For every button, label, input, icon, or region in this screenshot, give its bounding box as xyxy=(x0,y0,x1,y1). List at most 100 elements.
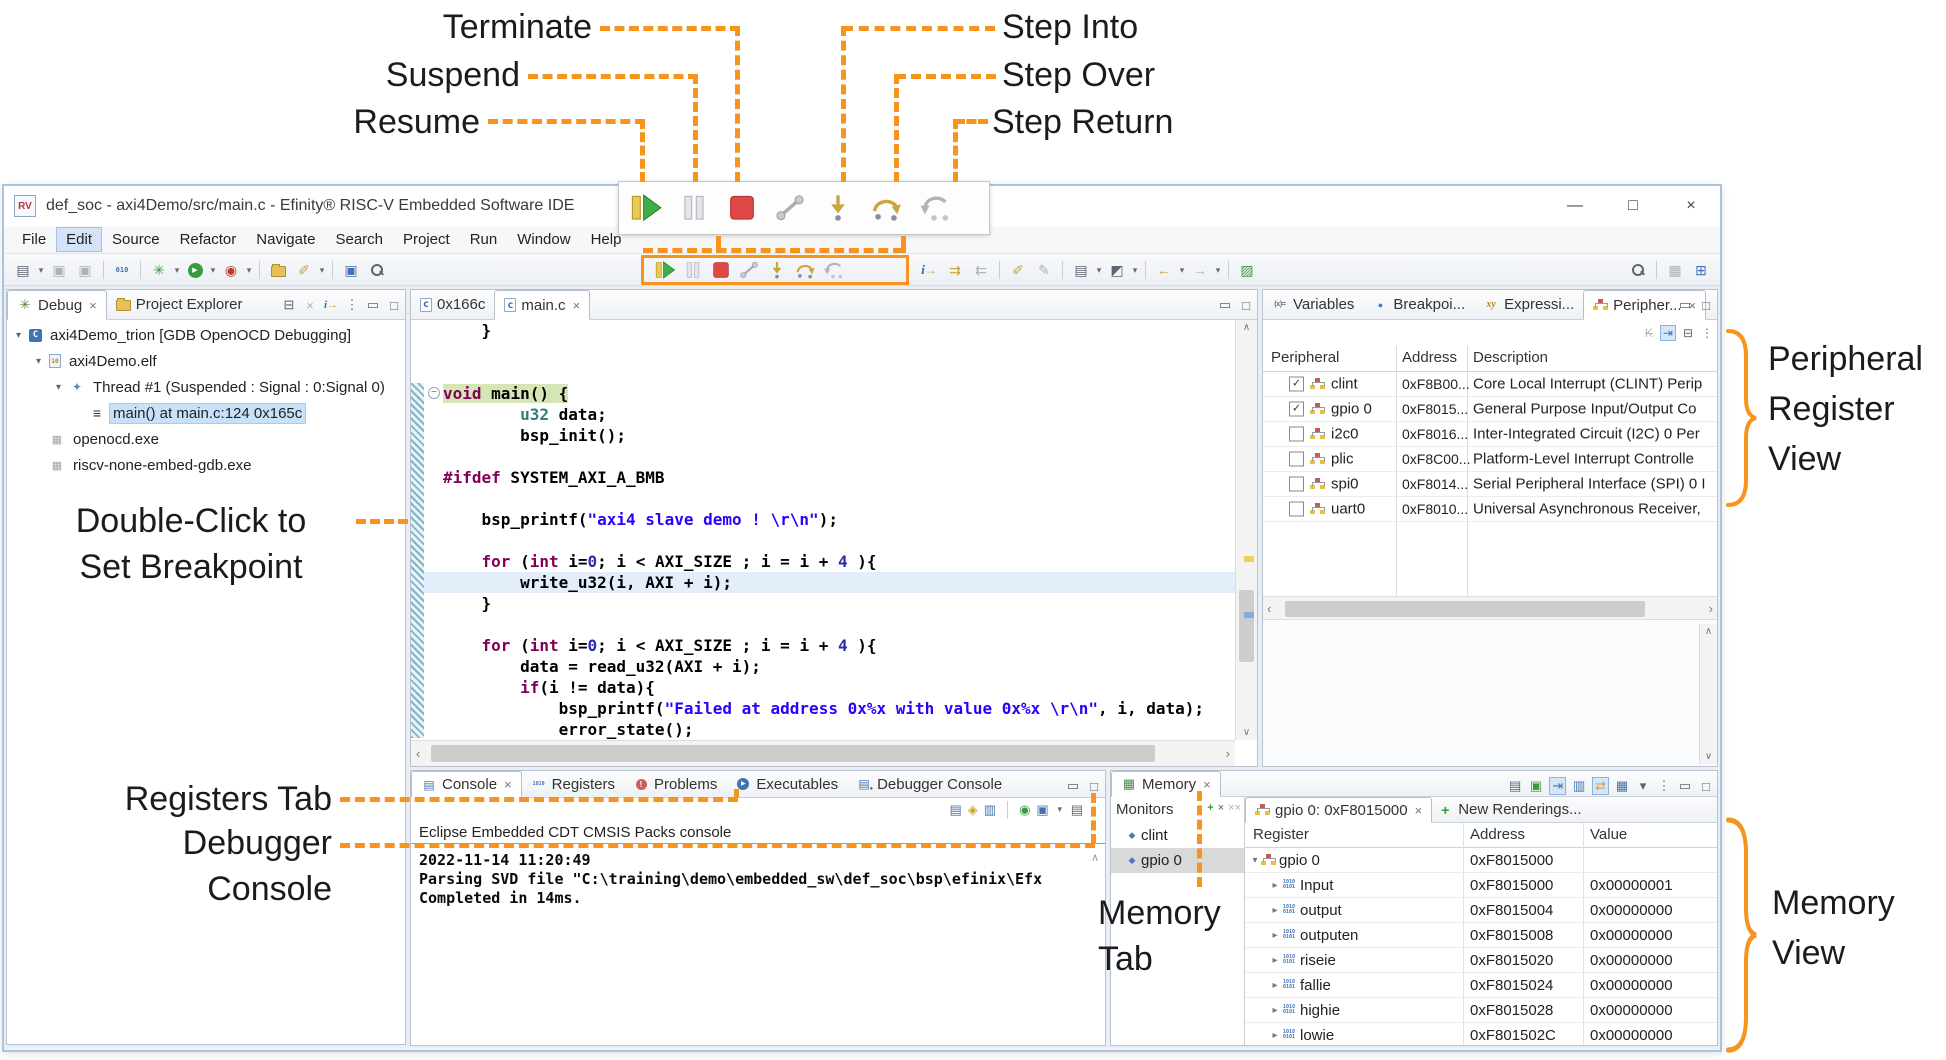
maximize-panel-icon[interactable]: □ xyxy=(387,298,401,313)
new-wizard-icon[interactable]: ▤ xyxy=(12,259,34,281)
fold-collapse-icon[interactable]: − xyxy=(428,387,440,399)
profile-icon[interactable]: ✐ xyxy=(1007,259,1029,281)
maximize-panel-icon[interactable]: □ xyxy=(1699,779,1713,794)
callout-resume-icon[interactable] xyxy=(629,193,663,223)
peripheral-row[interactable]: i2c00xF8016...Inter-Integrated Circuit (… xyxy=(1263,422,1717,447)
save-all-icon[interactable]: ▣ xyxy=(74,259,96,281)
minimize-panel-icon[interactable]: ▭ xyxy=(1678,778,1692,794)
overview-ruler-mark-blue[interactable] xyxy=(1244,612,1254,618)
expander-icon[interactable]: ▸ xyxy=(1269,905,1281,916)
debug-view-focus-icon[interactable]: i→ xyxy=(324,299,338,311)
menu-search[interactable]: Search xyxy=(325,227,393,252)
scroll-left-icon[interactable]: ‹ xyxy=(416,741,420,766)
peripheral-row[interactable]: clint0xF8B00...Core Local Interrupt (CLI… xyxy=(1263,372,1717,397)
checkbox[interactable] xyxy=(1289,477,1304,492)
code-line[interactable]: bsp_printf("Failed at address 0x%x with … xyxy=(443,698,1235,719)
memory-monitor-gpio-0[interactable]: ◆gpio 0 xyxy=(1111,848,1244,873)
link-memory-rendering-icon[interactable]: ⇥ xyxy=(1550,778,1565,794)
save-icon[interactable]: ▣ xyxy=(48,259,70,281)
menu-navigate[interactable]: Navigate xyxy=(246,227,325,252)
peripheral-vertical-scrollbar[interactable]: ∧ ∨ xyxy=(1699,624,1717,764)
scroll-left-icon[interactable]: ‹ xyxy=(1267,597,1271,619)
code-line[interactable] xyxy=(443,446,1235,467)
memory-register-row[interactable]: ▸riseie0xF80150200x00000000 xyxy=(1245,948,1717,973)
peripheral-row[interactable]: gpio 00xF8015...General Purpose Input/Ou… xyxy=(1263,397,1717,422)
switch-memory-unit-icon[interactable]: ▥ xyxy=(1572,778,1586,794)
col-value[interactable]: Value xyxy=(1590,826,1627,843)
minimize-panel-icon[interactable]: ▭ xyxy=(1066,778,1080,794)
debug-tree-item[interactable]: ▾Thread #1 (Suspended : Signal : 0:Signa… xyxy=(7,374,405,400)
code-line[interactable] xyxy=(443,341,1235,362)
expander-icon[interactable]: ▸ xyxy=(1269,880,1281,891)
peripheral-row[interactable]: plic0xF8C00...Platform-Level Interrupt C… xyxy=(1263,447,1717,472)
console-view-icon[interactable]: ▣ xyxy=(340,259,362,281)
menu-file[interactable]: File xyxy=(12,227,56,252)
clear-console-icon[interactable]: ▤ xyxy=(949,802,961,818)
toggle-split-icon[interactable]: ⇄ xyxy=(1593,778,1608,794)
binary-file-icon[interactable]: 010 xyxy=(111,259,133,281)
close-icon[interactable]: × xyxy=(87,298,97,313)
expander-icon[interactable]: ▾ xyxy=(33,356,44,367)
debug-config-icon[interactable]: ✳ xyxy=(148,259,170,281)
code-line[interactable]: void main() { xyxy=(443,383,1235,404)
rendering-dropdown-icon[interactable]: ▾ xyxy=(1636,778,1650,794)
debug-perspective-icon[interactable]: ⊞ xyxy=(1690,259,1712,281)
step-filters-icon[interactable]: ⇉ xyxy=(944,259,966,281)
maximize-panel-icon[interactable]: □ xyxy=(1699,298,1713,313)
console-log[interactable]: 2022-11-14 11:20:49Parsing SVD file "C:\… xyxy=(419,851,1081,908)
mark-dropdown-icon[interactable]: ▾ xyxy=(1094,265,1104,276)
memory-register-row[interactable]: ▸highie0xF80150280x00000000 xyxy=(1245,998,1717,1023)
table-rendering-icon[interactable]: ▦ xyxy=(1615,778,1629,794)
callout-suspend-icon[interactable] xyxy=(677,193,711,223)
code-line[interactable]: #ifdef SYSTEM_AXI_A_BMB xyxy=(443,467,1235,488)
perspective-grid-icon[interactable]: ▦ xyxy=(1664,259,1686,281)
menu-run[interactable]: Run xyxy=(460,227,508,252)
col-address[interactable]: Address xyxy=(1402,349,1457,366)
memory-register-row[interactable]: ▸lowie0xF801502C0x00000000 xyxy=(1245,1023,1717,1045)
tab-main-c[interactable]: main.c× xyxy=(494,290,590,320)
tab-debugger-console[interactable]: Debugger Console xyxy=(847,771,1011,797)
tab-debug[interactable]: Debug× xyxy=(7,290,107,320)
build-dropdown-icon[interactable]: ▾ xyxy=(317,265,327,276)
expander-icon[interactable]: ▸ xyxy=(1269,980,1281,991)
tab-project-explorer[interactable]: Project Explorer xyxy=(107,290,252,319)
remove-all-monitors-icon[interactable]: ×× xyxy=(1228,802,1241,814)
export-memory-icon[interactable]: ▣ xyxy=(1529,778,1543,794)
annotations-icon[interactable]: ◩ xyxy=(1106,259,1128,281)
code-line[interactable]: u32 data; xyxy=(443,404,1235,425)
overview-ruler-mark-yellow[interactable] xyxy=(1244,556,1254,562)
code-line[interactable] xyxy=(443,614,1235,635)
checkbox[interactable] xyxy=(1289,377,1304,392)
memory-register-row[interactable]: ▾gpio 00xF8015000 xyxy=(1245,848,1717,873)
tab-registers[interactable]: Registers xyxy=(522,771,624,797)
expander-icon[interactable]: ▾ xyxy=(1249,855,1261,866)
callout-step-return-icon[interactable] xyxy=(917,193,951,223)
breakpoint-gutter[interactable] xyxy=(411,383,424,738)
scroll-down-icon[interactable]: ∨ xyxy=(1236,727,1257,738)
code-area[interactable]: }void main() { u32 data; bsp_init();#ifd… xyxy=(443,320,1235,740)
tab-console[interactable]: Console× xyxy=(411,771,522,798)
view-menu-icon[interactable]: ⋮ xyxy=(345,297,359,313)
remove-monitor-icon[interactable]: × xyxy=(1218,802,1224,814)
code-line[interactable]: } xyxy=(443,320,1235,341)
link-with-debug-icon[interactable]: ⇥ xyxy=(1661,326,1675,340)
peripheral-horizontal-scrollbar[interactable]: ‹ › xyxy=(1263,596,1717,620)
checkbox[interactable] xyxy=(1289,402,1304,417)
peripheral-row[interactable]: uart00xF8010...Universal Asynchronous Re… xyxy=(1263,497,1717,522)
checkbox[interactable] xyxy=(1289,427,1304,442)
close-icon[interactable]: × xyxy=(571,298,581,313)
code-line[interactable]: } xyxy=(443,593,1235,614)
forward-icon[interactable]: → xyxy=(1189,259,1211,281)
callout-disconnect-icon[interactable] xyxy=(773,193,807,223)
debug-tree-item[interactable]: main() at main.c:124 0x165c xyxy=(7,400,405,426)
debug-tree-item[interactable]: ▾axi4Demo.elf xyxy=(7,348,405,374)
step-back-icon[interactable]: ⇇ xyxy=(970,259,992,281)
tab-problems[interactable]: Problems xyxy=(624,771,726,797)
callout-step-into-icon[interactable] xyxy=(821,193,855,223)
code-line[interactable] xyxy=(443,530,1235,551)
peripheral-row[interactable]: spi00xF8014...Serial Peripheral Interfac… xyxy=(1263,472,1717,497)
add-monitor-icon[interactable]: + xyxy=(1207,802,1213,814)
hscroll-thumb[interactable] xyxy=(431,745,1155,762)
scroll-right-icon[interactable]: › xyxy=(1226,741,1230,766)
code-line[interactable] xyxy=(443,362,1235,383)
